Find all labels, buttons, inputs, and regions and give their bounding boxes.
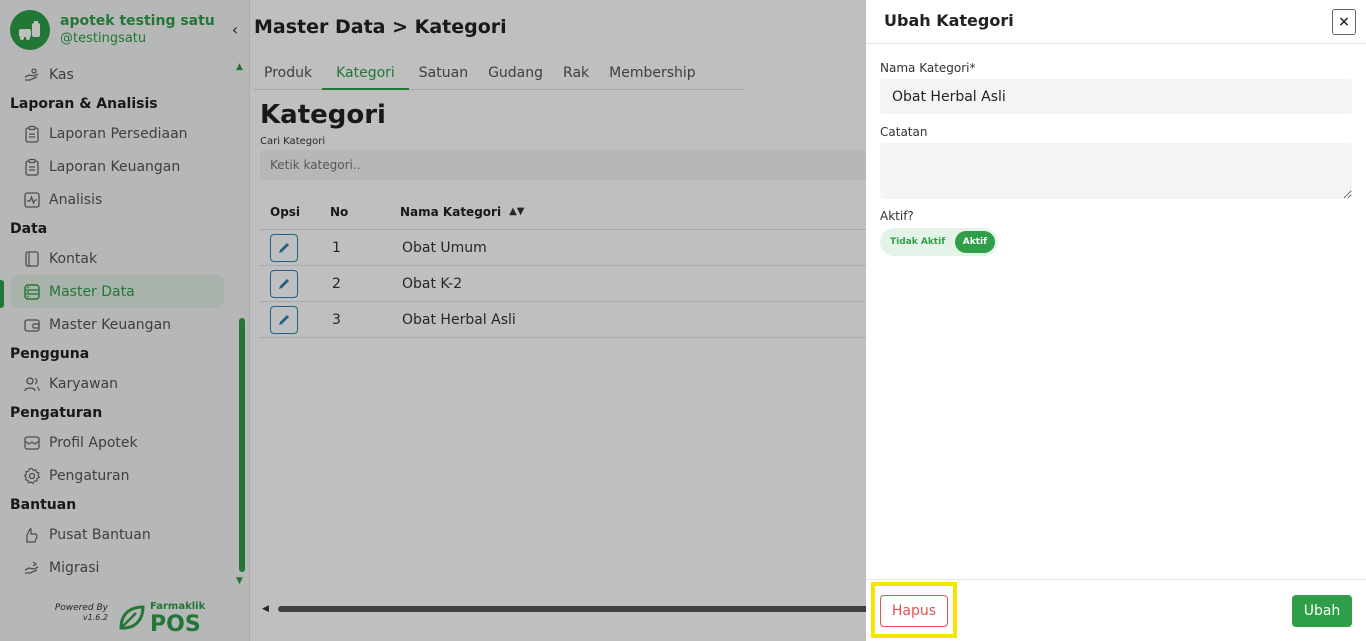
toggle-inactive-label: Tidak Aktif (890, 237, 946, 247)
update-button[interactable]: Ubah (1292, 595, 1352, 627)
active-toggle[interactable]: Tidak Aktif Aktif (880, 228, 998, 256)
category-name-input[interactable] (880, 79, 1352, 114)
modal-overlay[interactable] (0, 0, 866, 641)
name-field-label: Nama Kategori* (880, 61, 976, 75)
drawer-header: Ubah Kategori × (866, 0, 1366, 44)
active-field-label: Aktif? (880, 209, 914, 223)
note-field-label: Catatan (880, 125, 928, 139)
edit-category-drawer: Ubah Kategori × Nama Kategori* Catatan A… (866, 0, 1366, 641)
drawer-title: Ubah Kategori (884, 11, 1014, 30)
toggle-active-label: Aktif (954, 231, 995, 253)
close-icon: × (1338, 14, 1350, 30)
note-textarea[interactable] (880, 143, 1352, 199)
drawer-footer: Hapus Ubah (866, 579, 1366, 641)
delete-button[interactable]: Hapus (880, 595, 948, 627)
close-button[interactable]: × (1332, 9, 1356, 35)
